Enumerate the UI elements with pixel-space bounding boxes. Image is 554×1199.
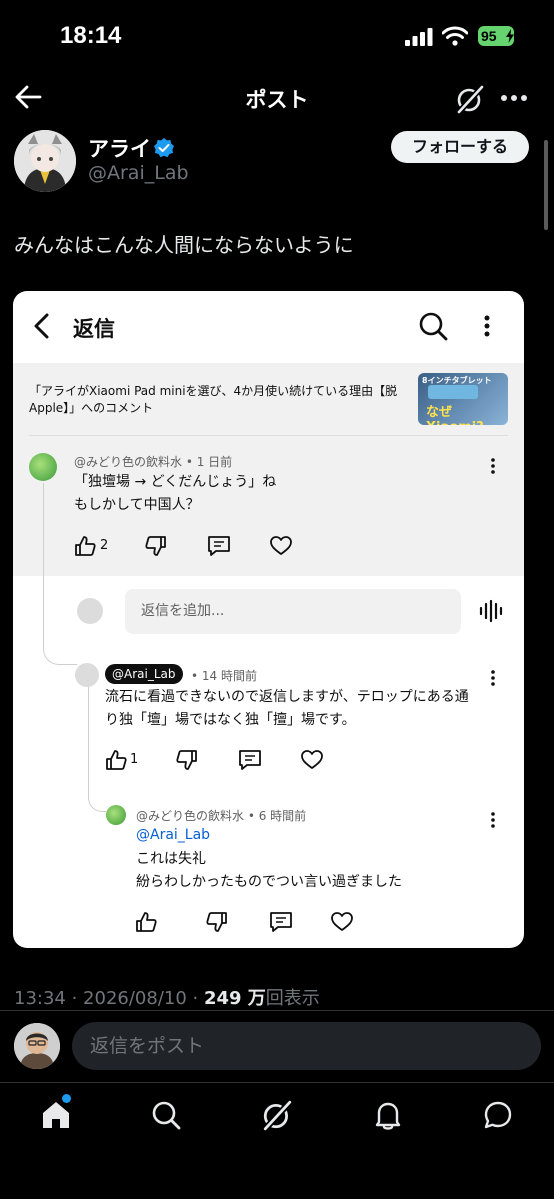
post-image[interactable]: 返信 「アライがXiaomi Pad miniを選び、4か月使い続けている理由【…: [13, 291, 524, 948]
comment-text-line1: 「独壇場 → どくだんじょう」ね: [74, 474, 277, 490]
divider: [0, 1010, 554, 1011]
comment-time: 6 時間前: [258, 809, 307, 823]
mention-link: @Arai_Lab: [136, 827, 211, 843]
post-text: みんなはこんな人間にならないように: [14, 233, 354, 257]
comment-time: 1 日前: [196, 455, 233, 469]
battery-level: 95: [481, 28, 497, 44]
comment-text-line1: これは失礼: [136, 851, 206, 867]
commenter-avatar: [106, 805, 126, 825]
cellular-signal-icon: [405, 28, 433, 46]
author-name[interactable]: アライ: [88, 133, 151, 163]
home-notification-dot: [62, 1094, 71, 1103]
replies-title: 返信: [73, 317, 115, 341]
thumbs-down-icon: [145, 535, 167, 557]
nav-home-icon[interactable]: [41, 1100, 71, 1130]
scrollbar[interactable]: [544, 140, 548, 230]
thumbs-up-icon: [135, 911, 157, 933]
comment-more-icon: [491, 458, 495, 474]
thread-line: [88, 686, 106, 812]
like-count: 2: [100, 538, 109, 553]
nav-notifications-icon[interactable]: [373, 1100, 403, 1130]
heart-icon: [270, 536, 292, 556]
reply-comment-icon: [207, 535, 231, 557]
video-context-text: 「アライがXiaomi Pad miniを選び、4か月使い続けている理由【脱Ap…: [29, 384, 398, 415]
comment-text-line2: り独「壇」場ではなく独「擅」場です。: [105, 712, 356, 728]
views-label: 回表示: [265, 988, 320, 1009]
grok-icon[interactable]: [455, 84, 485, 114]
author-handle[interactable]: @Arai_Lab: [88, 162, 189, 184]
divider: [0, 1082, 554, 1083]
view-count[interactable]: 249 万: [204, 988, 266, 1009]
wifi-icon: [442, 26, 468, 46]
comment-text-line2: もしかして中国人？: [74, 497, 200, 513]
channel-owner-tag: @Arai_Lab: [105, 664, 183, 684]
thumbs-up-icon: [74, 535, 96, 557]
comment-meta: @みどり色の飲料水 • 6 時間前: [136, 809, 307, 823]
search-icon: [418, 311, 448, 341]
divider: [29, 435, 508, 436]
my-small-avatar: [77, 598, 103, 624]
voice-input-icon: [479, 599, 503, 623]
nav-grok-icon[interactable]: [261, 1099, 293, 1131]
status-time: 18:14: [60, 22, 122, 49]
comment-meta: @みどり色の飲料水 • 1 日前: [74, 455, 233, 469]
my-avatar[interactable]: [14, 1023, 60, 1069]
nav-search-icon[interactable]: [151, 1100, 181, 1130]
follow-button[interactable]: フォローする: [391, 131, 529, 163]
thumbnail-headline: なぜXiaomi?: [426, 405, 484, 425]
author-avatar[interactable]: [14, 130, 76, 192]
comment-text-line2: 紛らわしかったものでつい言い過ぎました: [136, 874, 402, 890]
video-thumbnail: 8インチタブレット なぜXiaomi?: [418, 373, 508, 425]
nav-messages-icon[interactable]: [483, 1100, 513, 1130]
commenter-avatar: [29, 453, 57, 481]
battery-charging-icon: [506, 29, 514, 43]
comment-text-line1: 流石に看過できないので返信しますが、テロップにある通: [105, 689, 469, 705]
comment-more-icon: [491, 670, 495, 686]
reply-comment-icon: [269, 911, 293, 933]
comment-time-value: 14 時間前: [201, 669, 257, 683]
comment-author: @みどり色の飲料水: [74, 455, 183, 469]
back-chevron-icon: [33, 313, 51, 339]
verified-badge-icon[interactable]: [153, 137, 175, 159]
more-options-icon[interactable]: [500, 94, 528, 102]
heart-icon: [301, 750, 323, 770]
comment-more-icon: [491, 812, 495, 828]
thumbs-down-icon: [206, 911, 228, 933]
thumbs-up-icon: [105, 749, 127, 771]
heart-icon: [331, 912, 353, 932]
post-timestamp: 13:34 · 2026/08/10 ·: [14, 988, 204, 1009]
thread-line: [43, 483, 77, 665]
like-count: 1: [130, 752, 139, 767]
comment-time: • 14 時間前: [191, 669, 257, 683]
add-reply-field: 返信を追加...: [125, 589, 461, 634]
thumbnail-tablet-image: [428, 385, 478, 399]
thumbs-down-icon: [176, 749, 198, 771]
kebab-menu-icon: [484, 315, 490, 337]
reply-input[interactable]: 返信をポスト: [72, 1022, 541, 1070]
comment-author: @みどり色の飲料水: [136, 809, 245, 823]
commenter-avatar: [75, 663, 99, 687]
reply-comment-icon: [238, 749, 262, 771]
post-timestamp-views: 13:34 · 2026/08/10 · 249 万回表示: [14, 984, 320, 1010]
